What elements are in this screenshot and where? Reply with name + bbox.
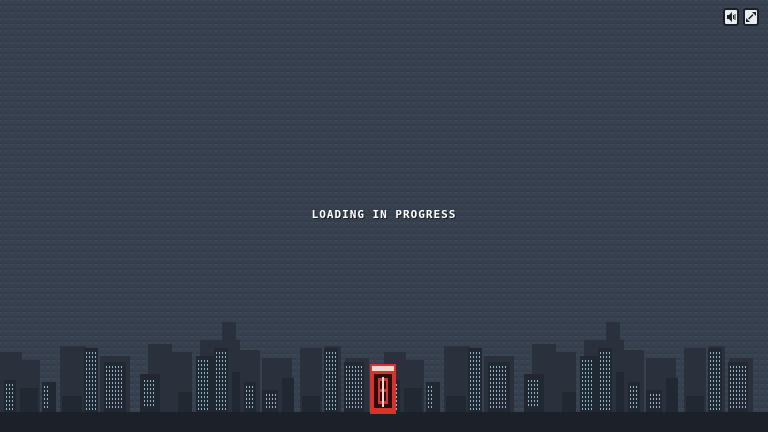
- city-skyline: [0, 322, 768, 432]
- ground: [0, 412, 768, 432]
- phone-booth-sign: [372, 366, 394, 371]
